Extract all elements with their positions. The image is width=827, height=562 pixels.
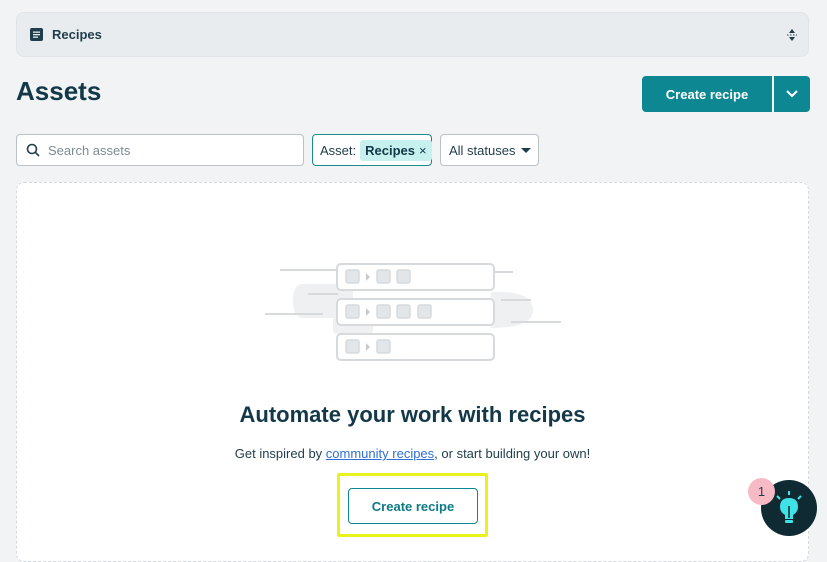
create-recipe-split-button: Create recipe (642, 76, 810, 112)
asset-chip-label: Recipes (365, 142, 415, 158)
status-filter[interactable]: All statuses (440, 134, 539, 166)
remove-chip-icon[interactable]: × (419, 143, 427, 158)
empty-state-title: Automate your work with recipes (239, 402, 586, 427)
caret-down-icon (521, 147, 532, 153)
recipes-illustration (265, 263, 561, 361)
asset-filter-chip: Recipes × (360, 139, 432, 161)
empty-subtitle-prefix: Get inspired by (234, 446, 326, 461)
breadcrumb-bar: Recipes (16, 12, 809, 57)
notification-badge: 1 (748, 478, 775, 505)
status-filter-label: All statuses (449, 142, 516, 158)
empty-subtitle-suffix: , or start building your own! (434, 446, 591, 461)
search-icon (26, 143, 40, 157)
expand-collapse-icon[interactable] (786, 27, 798, 43)
search-input[interactable] (46, 141, 290, 159)
asset-filter[interactable]: Asset: Recipes × (312, 134, 432, 166)
create-recipe-button[interactable]: Create recipe (642, 76, 772, 112)
breadcrumb-title: Recipes (52, 27, 102, 42)
create-recipe-empty-button[interactable]: Create recipe (348, 488, 478, 524)
asset-filter-label: Asset: (320, 142, 357, 158)
document-icon (30, 28, 43, 41)
page-title: Assets (16, 76, 102, 106)
chevron-down-icon (786, 90, 798, 98)
empty-state-subtitle: Get inspired by community recipes, or st… (16, 446, 809, 461)
search-box (16, 134, 304, 166)
community-recipes-link[interactable]: community recipes (326, 446, 434, 461)
lightbulb-icon (776, 491, 802, 523)
create-options-dropdown[interactable] (774, 76, 810, 112)
